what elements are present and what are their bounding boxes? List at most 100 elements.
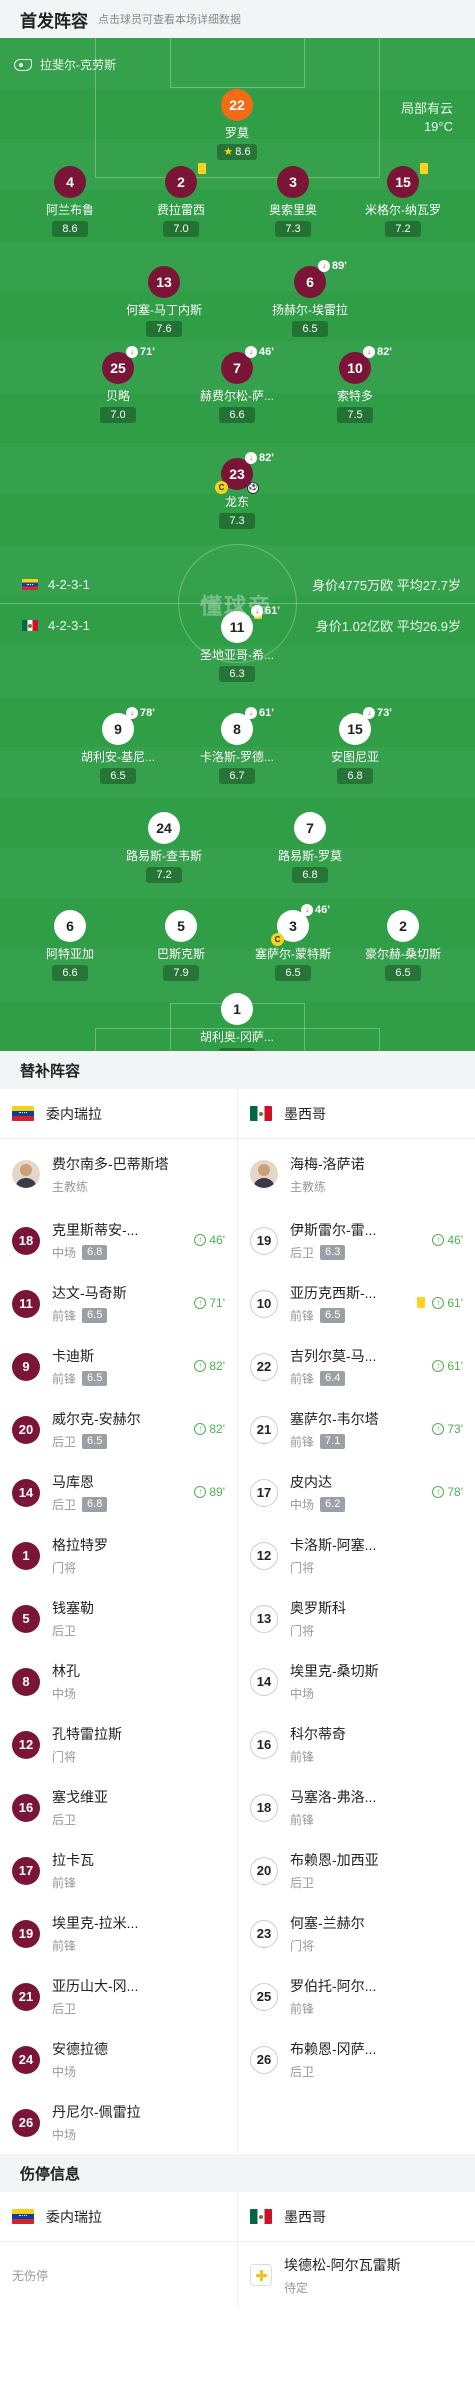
home-player[interactable]: 2 费拉雷西 7.0 bbox=[126, 163, 236, 237]
sub-player-row[interactable]: 18 克里斯蒂安-... 中场 6.8 ↑ 46' bbox=[0, 1209, 237, 1272]
coach-role: 主教练 bbox=[52, 1179, 89, 1194]
sub-player-info: 威尔克-安赫尔 后卫 6.5 bbox=[52, 1409, 141, 1450]
player-rating: 6.5 bbox=[385, 965, 421, 981]
away-player[interactable]: 8 ↓ 61' 卡洛斯-罗德... 6.7 bbox=[182, 707, 292, 784]
sub-player-row[interactable]: 16 塞戈维亚 后卫 bbox=[0, 1776, 237, 1839]
sub-out-indicator: ↓ 73' bbox=[363, 707, 392, 719]
home-coach[interactable]: 费尔南多-巴蒂斯塔 主教练 bbox=[0, 1139, 237, 1209]
sub-player-name: 伊斯雷尔-雷... bbox=[290, 1222, 377, 1238]
player-name: 扬赫尔-埃雷拉 bbox=[272, 303, 348, 317]
home-team-name: 委内瑞拉 bbox=[46, 1105, 102, 1122]
sub-player-meta: 后卫 6.3 bbox=[290, 1244, 376, 1261]
home-player[interactable]: 22 罗莫 ★ 8.6 bbox=[182, 89, 292, 160]
sub-minute: 46' bbox=[259, 346, 274, 358]
sub-player-position: 前锋 bbox=[290, 2002, 315, 2016]
home-player[interactable]: 23 ↓ 82' C ⚽ 龙东 7.3 bbox=[182, 452, 292, 529]
home-player[interactable]: 15 米格尔-纳瓦罗 7.2 bbox=[348, 163, 458, 237]
lineup-subtitle: 点击球员可查看本场详细数据 bbox=[98, 14, 241, 26]
sub-player-meta: 前锋 bbox=[290, 1748, 346, 1765]
sub-in-minute: ↑ 82' bbox=[194, 1359, 225, 1373]
home-player[interactable]: 25 ↓ 71' 贝略 7.0 bbox=[63, 346, 173, 423]
sub-player-row[interactable]: 22 吉列尔莫-马... 前锋 6.4 ↑ 61' bbox=[238, 1335, 475, 1398]
sub-player-row[interactable]: 13 奥罗斯科 门将 bbox=[238, 1587, 475, 1650]
sub-minute: 82' bbox=[377, 346, 392, 358]
sub-player-row[interactable]: 24 安德拉德 中场 bbox=[0, 2028, 237, 2091]
away-player[interactable]: 7 路易斯-罗莫 6.8 bbox=[255, 812, 365, 883]
sub-player-row[interactable]: 12 卡洛斯-阿塞... 门将 bbox=[238, 1524, 475, 1587]
sub-player-name: 埃里克-桑切斯 bbox=[290, 1663, 379, 1679]
away-coach[interactable]: 海梅-洛萨诺 主教练 bbox=[238, 1139, 475, 1209]
player-number-badge: 13 bbox=[250, 1604, 278, 1633]
away-team-name: 墨西哥 bbox=[284, 2208, 326, 2225]
sub-player-row[interactable]: 12 孔特雷拉斯 门将 bbox=[0, 1713, 237, 1776]
sub-player-row[interactable]: 17 皮内达 中场 6.2 ↑ 78' bbox=[238, 1461, 475, 1524]
sub-player-row[interactable]: 18 马塞洛-弗洛... 前锋 bbox=[238, 1776, 475, 1839]
sub-player-row[interactable]: 26 布赖恩-冈萨... 后卫 bbox=[238, 2028, 475, 2091]
away-player[interactable]: 5 巴斯克斯 7.9 bbox=[126, 910, 236, 981]
sub-player-info: 埃里克-拉米... 前锋 bbox=[52, 1913, 138, 1954]
player-rating: 6.5 bbox=[292, 321, 328, 337]
sub-out-indicator: ↓ 82' bbox=[363, 346, 392, 358]
away-player[interactable]: 9 ↓ 78' 胡利安-基尼... 6.5 bbox=[63, 707, 173, 784]
sub-player-row[interactable]: 11 达文-马奇斯 前锋 6.5 ↑ 71' bbox=[0, 1272, 237, 1335]
home-player[interactable]: 13 何塞-马丁内斯 7.6 bbox=[109, 266, 219, 337]
sub-player-row[interactable]: 21 亚历山大-冈... 后卫 bbox=[0, 1965, 237, 2028]
sub-player-row[interactable]: 20 布赖恩-加西亚 后卫 bbox=[238, 1839, 475, 1902]
subs-teams-header: 委内瑞拉 墨西哥 bbox=[0, 1089, 475, 1139]
sub-player-row[interactable]: 5 钱塞勒 后卫 bbox=[0, 1587, 237, 1650]
sub-player-meta: 中场 bbox=[290, 1685, 379, 1702]
away-player[interactable]: 1 胡利奥-冈萨... 6.8 bbox=[182, 993, 292, 1051]
sub-player-position: 中场 bbox=[52, 2128, 77, 2142]
away-player[interactable]: 3 ↓ 46' C 塞萨尔-蒙特斯 6.5 bbox=[238, 904, 348, 981]
sub-minute-text: 82' bbox=[209, 1421, 225, 1436]
lineup-header: 首发阵容 点击球员可查看本场详细数据 bbox=[0, 0, 475, 38]
home-player[interactable]: 3 奥索里奥 7.3 bbox=[238, 166, 348, 237]
sub-player-row[interactable]: 8 林孔 中场 bbox=[0, 1650, 237, 1713]
temperature-text: 19°C bbox=[423, 119, 453, 134]
sub-player-row[interactable]: 9 卡迪斯 前锋 6.5 ↑ 82' bbox=[0, 1335, 237, 1398]
subs-away-team: 墨西哥 bbox=[238, 1089, 475, 1138]
sub-minute: 82' bbox=[259, 452, 274, 464]
player-number-badge: 12 bbox=[250, 1541, 278, 1570]
sub-player-row[interactable]: 17 拉卡瓦 前锋 bbox=[0, 1839, 237, 1902]
sub-player-row[interactable]: 16 科尔蒂奇 前锋 bbox=[238, 1713, 475, 1776]
home-player[interactable]: 4 阿兰布鲁 8.6 bbox=[15, 166, 125, 237]
sub-player-row[interactable]: 21 塞萨尔-韦尔塔 前锋 7.1 ↑ 73' bbox=[238, 1398, 475, 1461]
away-player[interactable]: 6 阿特亚加 6.6 bbox=[15, 910, 125, 981]
sub-player-row[interactable]: 14 埃里克-桑切斯 中场 bbox=[238, 1650, 475, 1713]
sub-player-row[interactable]: 25 罗伯托-阿尔... 前锋 bbox=[238, 1965, 475, 2028]
home-player[interactable]: 7 ↓ 46' 赫费尔松-萨... 6.6 bbox=[182, 346, 292, 423]
home-player[interactable]: 6 ↓ 89' 扬赫尔-埃雷拉 6.5 bbox=[255, 260, 365, 337]
sub-player-row[interactable]: 19 伊斯雷尔-雷... 后卫 6.3 ↑ 46' bbox=[238, 1209, 475, 1272]
home-player[interactable]: 10 ↓ 82' 索特多 7.5 bbox=[300, 346, 410, 423]
sub-player-meta: 前锋 6.4 bbox=[290, 1370, 376, 1387]
coach-avatar bbox=[250, 1160, 278, 1188]
sub-player-meta: 中场 6.2 bbox=[290, 1496, 346, 1513]
sub-player-row[interactable]: 26 丹尼尔-佩雷拉 中场 bbox=[0, 2091, 237, 2154]
sub-player-row[interactable]: 19 埃里克-拉米... 前锋 bbox=[0, 1902, 237, 1965]
player-rating: 6.8 bbox=[337, 768, 373, 784]
sub-player-info: 罗伯托-阿尔... 前锋 bbox=[290, 1976, 376, 2017]
player-name: 圣地亚哥-希... bbox=[200, 648, 274, 662]
sub-player-position: 中场 bbox=[52, 1687, 77, 1701]
injury-list: 无伤停 埃德松-阿尔瓦雷斯 待定 bbox=[0, 2242, 475, 2308]
player-rating: 6.5 bbox=[100, 768, 136, 784]
sub-arrow-icon: ↓ bbox=[126, 346, 138, 358]
away-player[interactable]: 15 ↓ 73' 安图尼亚 6.8 bbox=[300, 707, 410, 784]
away-player[interactable]: 11 ↓ 61' 圣地亚哥-希... 6.3 bbox=[182, 605, 292, 682]
sub-player-rating: 6.5 bbox=[82, 1308, 108, 1323]
sub-player-row[interactable]: 23 何塞-兰赫尔 门将 bbox=[238, 1902, 475, 1965]
away-player[interactable]: 24 路易斯-查韦斯 7.2 bbox=[109, 812, 219, 883]
sub-player-position: 门将 bbox=[290, 1561, 315, 1575]
sub-player-row[interactable]: 10 亚历克西斯-... 前锋 6.5 ↑ 61' bbox=[238, 1272, 475, 1335]
sub-player-row[interactable]: 1 格拉特罗 门将 bbox=[0, 1524, 237, 1587]
player-number-badge: 12 bbox=[12, 1730, 40, 1759]
injury-cross-icon bbox=[250, 2264, 272, 2286]
player-number-badge: 20 bbox=[250, 1856, 278, 1885]
sub-player-row[interactable]: 20 威尔克-安赫尔 后卫 6.5 ↑ 82' bbox=[0, 1398, 237, 1461]
away-player[interactable]: 2 豪尔赫-桑切斯 6.5 bbox=[348, 910, 458, 981]
sub-player-info: 埃里克-桑切斯 中场 bbox=[290, 1661, 379, 1702]
sub-player-rating: 6.5 bbox=[82, 1371, 108, 1386]
away-injury[interactable]: 埃德松-阿尔瓦雷斯 待定 bbox=[238, 2242, 475, 2308]
sub-player-row[interactable]: 14 马库恩 后卫 6.8 ↑ 89' bbox=[0, 1461, 237, 1524]
